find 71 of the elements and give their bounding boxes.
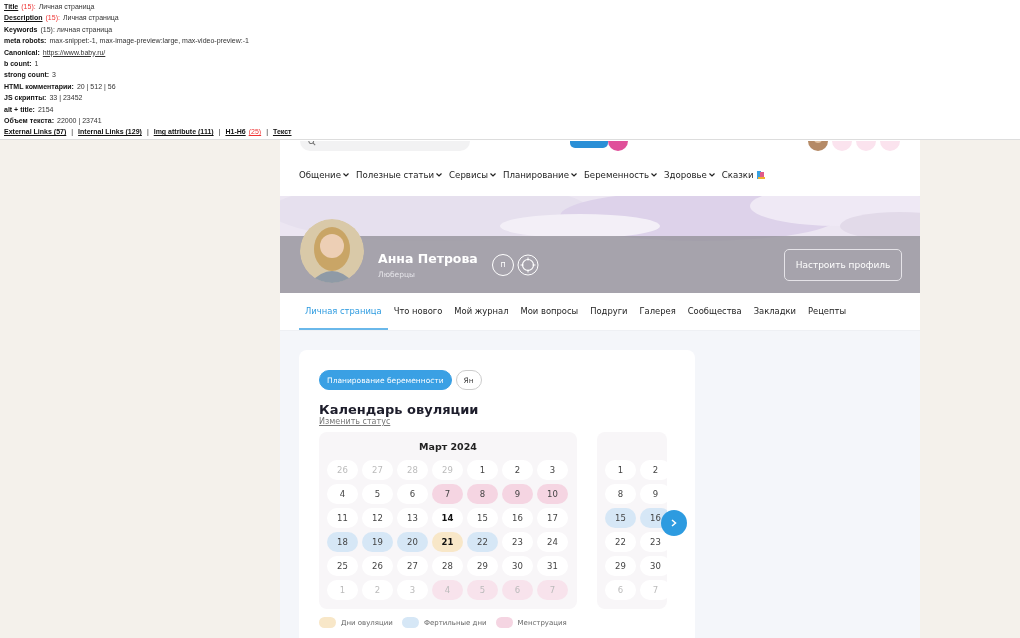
logo-icon[interactable] — [570, 141, 630, 152]
search-icon — [308, 141, 316, 146]
caret-icon — [342, 172, 349, 177]
calendar-day[interactable]: 3 — [537, 460, 568, 480]
tab[interactable]: Мои вопросы — [514, 293, 585, 330]
calendar-day[interactable]: 29 — [467, 556, 498, 576]
calendar-day[interactable]: 9 — [502, 484, 533, 504]
calendar-day[interactable]: 23 — [640, 532, 667, 552]
caret-icon — [436, 172, 443, 177]
calendar-day[interactable]: 26 — [362, 556, 393, 576]
calendar-day[interactable]: 12 — [362, 508, 393, 528]
avatar-icon[interactable] — [808, 141, 828, 151]
calendar-day[interactable]: 6 — [397, 484, 428, 504]
nav-item[interactable]: Полезные статьи — [355, 169, 443, 180]
calendar-day[interactable]: 16 — [502, 508, 533, 528]
nav-item[interactable]: Общение — [299, 169, 349, 180]
calendar-day[interactable]: 31 — [537, 556, 568, 576]
calendar-day[interactable]: 20 — [397, 532, 428, 552]
chevron-right-icon — [671, 519, 677, 527]
calendar-day[interactable]: 22 — [467, 532, 498, 552]
calendar-day[interactable]: 14 — [432, 508, 463, 528]
tab[interactable]: Сообщества — [681, 293, 748, 330]
calendar-day[interactable]: 27 — [397, 556, 428, 576]
calendar-day[interactable]: 9 — [640, 484, 667, 504]
tab[interactable]: Рецепты — [801, 293, 852, 330]
calendar-day[interactable]: 25 — [327, 556, 358, 576]
nav-item[interactable]: Сказки — [721, 169, 766, 180]
tab[interactable]: Закладки — [747, 293, 802, 330]
books-icon — [755, 169, 766, 180]
calendar-day[interactable]: 28 — [432, 556, 463, 576]
search-field[interactable] — [300, 141, 470, 151]
tab[interactable]: Подруги — [584, 293, 634, 330]
calendar-day[interactable]: 2 — [502, 460, 533, 480]
next-button[interactable] — [661, 510, 687, 536]
tab[interactable]: Что нового — [387, 293, 449, 330]
calendar-day[interactable]: 1 — [605, 460, 636, 480]
calendar-day[interactable]: 13 — [397, 508, 428, 528]
calendar-day[interactable]: 22 — [605, 532, 636, 552]
tab[interactable]: Мой журнал — [448, 293, 515, 330]
caret-icon — [708, 172, 715, 177]
calendar-day[interactable]: 29 — [605, 556, 636, 576]
calendar-day[interactable]: 30 — [502, 556, 533, 576]
calendar-day[interactable]: 8 — [605, 484, 636, 504]
caret-icon — [570, 172, 577, 177]
calendar-day[interactable]: 2 — [640, 460, 667, 480]
calendar-day[interactable]: 7 — [432, 484, 463, 504]
nav-item[interactable]: Здоровье — [663, 169, 715, 180]
calendar-day[interactable]: 15 — [467, 508, 498, 528]
calendar-title: Календарь овуляции — [319, 402, 480, 417]
calendar-day[interactable]: 5 — [362, 484, 393, 504]
calendar-day[interactable]: 18 — [327, 532, 358, 552]
calendar-day[interactable]: 21 — [432, 532, 463, 552]
nav-item[interactable]: Планирование — [503, 169, 577, 180]
change-status-link[interactable]: Изменить статус — [319, 417, 391, 426]
calendar-day[interactable]: 23 — [502, 532, 533, 552]
caret-icon — [490, 172, 496, 177]
calendar-day[interactable]: 15 — [605, 508, 636, 528]
calendar-day[interactable]: 8 — [467, 484, 498, 504]
nav-item[interactable]: Беременность — [583, 169, 657, 180]
calendar-day[interactable]: 30 — [640, 556, 667, 576]
month-title: Март 2024 — [419, 440, 477, 452]
calendar-day[interactable]: 11 — [327, 508, 358, 528]
calendar-day[interactable]: 1 — [467, 460, 498, 480]
calendar-day[interactable]: 24 — [537, 532, 568, 552]
calendar-day[interactable]: 10 — [537, 484, 568, 504]
tab[interactable]: Галерея — [633, 293, 682, 330]
nav-item[interactable]: Сервисы — [449, 169, 496, 180]
caret-icon — [650, 172, 657, 177]
calendar-day[interactable]: 19 — [362, 532, 393, 552]
calendar-day[interactable]: 4 — [327, 484, 358, 504]
calendar-day[interactable]: 17 — [537, 508, 568, 528]
